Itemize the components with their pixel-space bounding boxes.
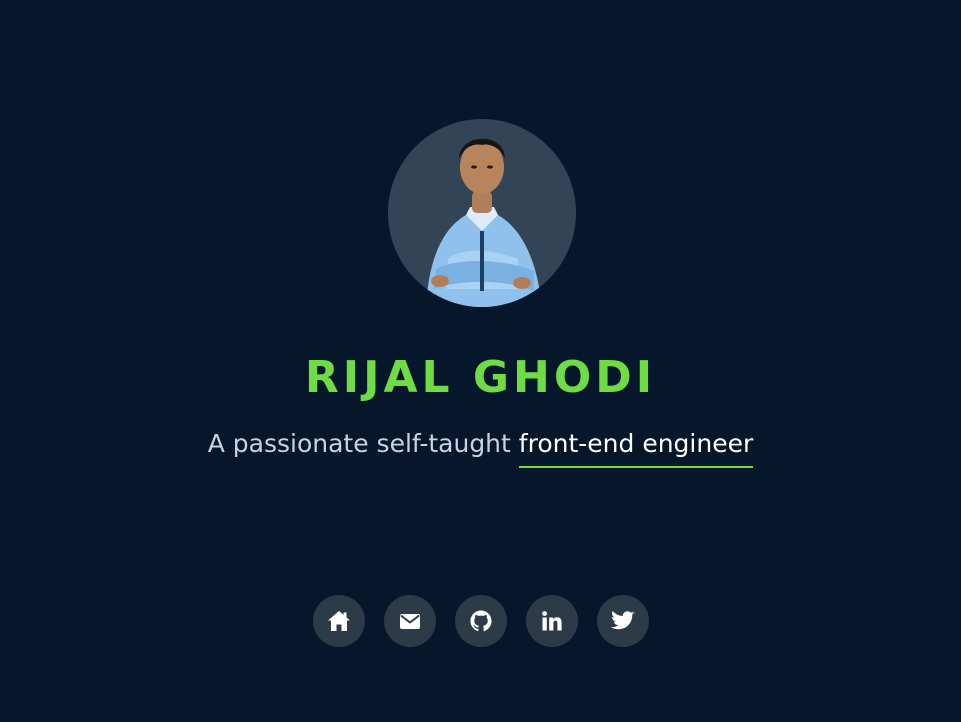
github-button[interactable] bbox=[455, 595, 507, 647]
linkedin-icon bbox=[542, 611, 562, 631]
profile-avatar bbox=[388, 119, 576, 307]
tagline-prefix: A passionate self-taught bbox=[207, 429, 511, 458]
social-links bbox=[313, 595, 649, 647]
profile-name: RIJAL GHODI bbox=[304, 352, 657, 403]
profile-photo bbox=[426, 138, 542, 307]
tagline: A passionate self-taught front-end engin… bbox=[0, 426, 961, 468]
tagline-highlight: front-end engineer bbox=[518, 429, 754, 468]
email-button[interactable] bbox=[384, 595, 436, 647]
twitter-icon bbox=[611, 611, 635, 630]
home-button[interactable] bbox=[313, 595, 365, 647]
mail-icon bbox=[400, 613, 420, 629]
twitter-button[interactable] bbox=[597, 595, 649, 647]
github-icon bbox=[470, 610, 492, 632]
home-icon bbox=[328, 611, 350, 631]
linkedin-button[interactable] bbox=[526, 595, 578, 647]
